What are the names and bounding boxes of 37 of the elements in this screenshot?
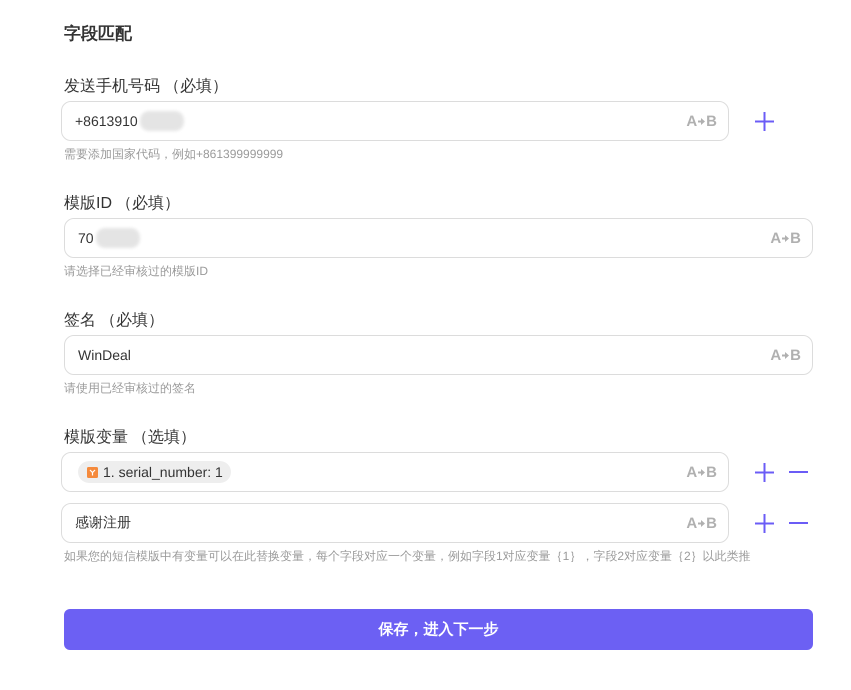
requirement-note: （必填） [100,310,164,331]
field-hint: 如果您的短信模版中有变量可以在此替换变量，每个字段对应一个变量，例如字段1对应变量｛1｝，字段2对应变量｛2｝以此类推 [64,548,751,565]
add-button[interactable] [755,514,774,532]
arrow-right-icon [698,468,706,476]
add-icon [755,514,774,532]
arrow-right-icon [698,520,706,526]
arrow-right-icon [782,234,790,242]
variable-tag-text: 1. serial_number: 1 [103,464,223,480]
field-value: +8613910 [75,113,138,129]
requirement-note: （必填） [116,194,180,214]
input-field[interactable]: 70 A B [64,218,813,258]
section-title: 字段匹配 [64,23,132,45]
input-field[interactable]: +8613910 A B [61,101,729,141]
requirement-note: （选填） [132,428,196,448]
arrow-right-icon [698,118,706,124]
field-label: 签名 [64,311,96,331]
field-hint: 需要添加国家代码，例如+861399999999 [64,146,284,163]
requirement-note: （必填） [164,76,228,97]
field-label: 发送手机号码 [64,76,160,97]
arrow-right-icon [782,352,790,358]
save-next-button[interactable]: 保存，进入下一步 [64,609,813,650]
input-field[interactable]: 感谢注册 A B [61,503,729,543]
field-label: 模版变量 [64,428,128,448]
input-field[interactable]: WinDeal A B [64,335,813,375]
field-hint: 请使用已经审核过的签名 [64,380,196,397]
field-value: WinDeal [78,347,131,363]
field-value: 70 [78,230,94,246]
field-label: 模版ID [64,194,112,214]
variable-icon [87,466,98,478]
add-icon [755,112,774,130]
variable-tag[interactable]: 1. serial_number: 1 [78,461,231,483]
add-icon [755,462,774,482]
field-value: 感谢注册 [75,514,131,532]
input-field[interactable]: 1. serial_number: 1 A B [61,452,729,492]
add-button[interactable] [755,112,774,130]
field-hint: 请选择已经审核过的模版ID [64,263,208,280]
add-button[interactable] [755,462,774,482]
